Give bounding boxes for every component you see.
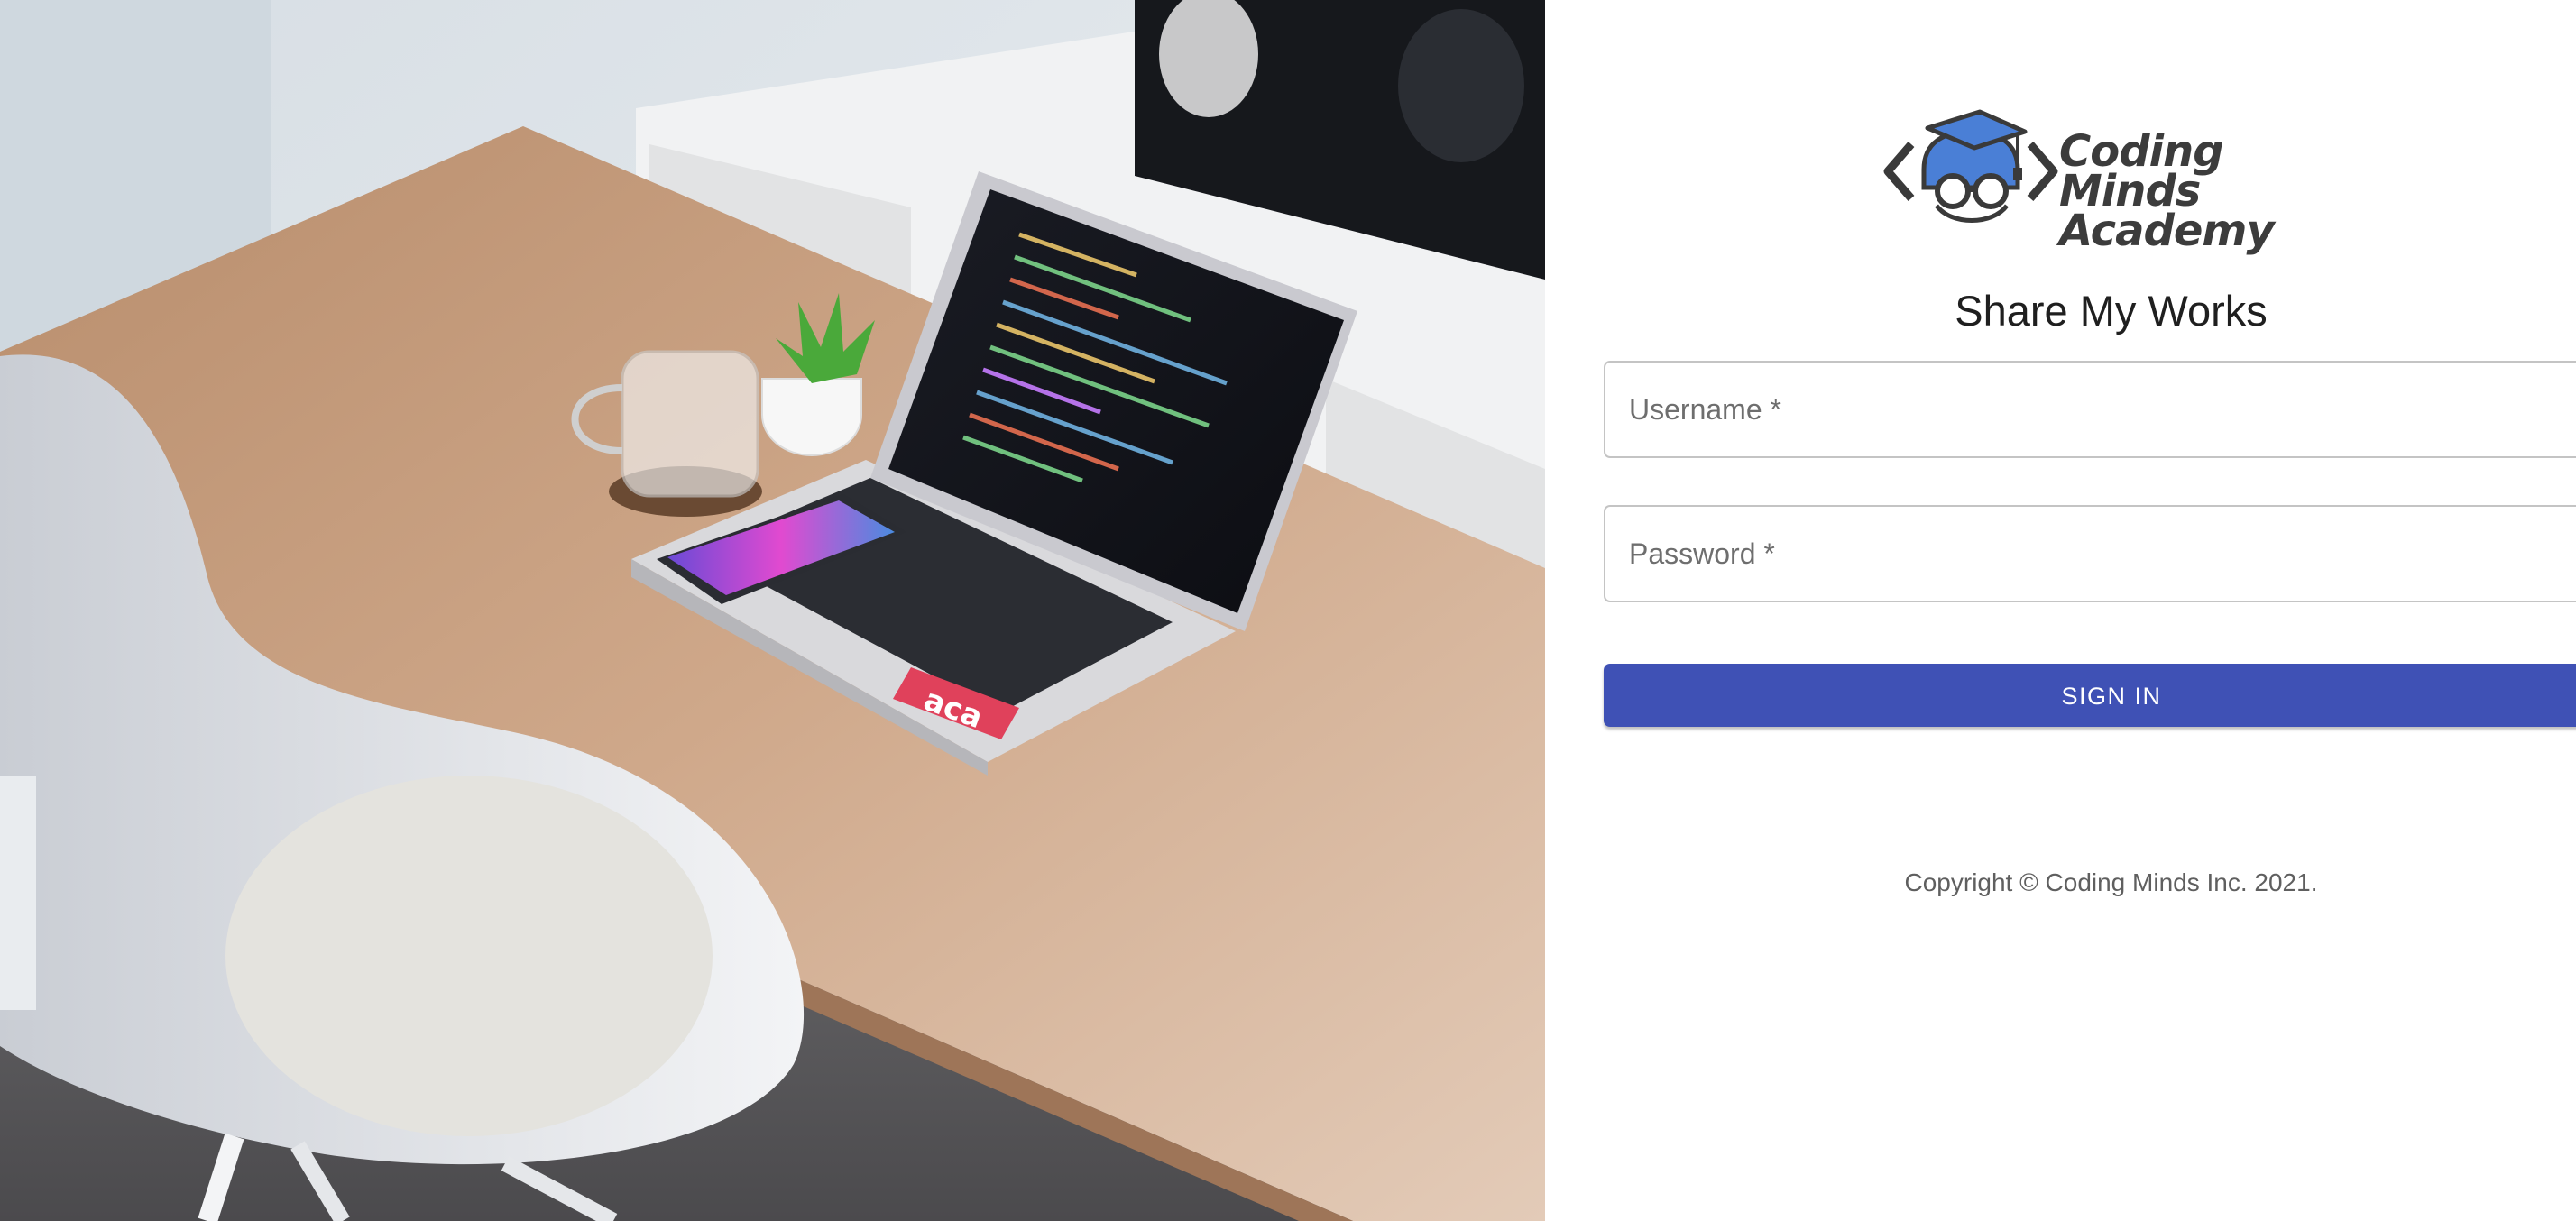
graduate-with-glasses-icon [1883, 109, 2058, 223]
brand-line-1: Coding Minds [2059, 126, 2224, 216]
brand-logo: Coding Minds Academy [1881, 106, 2350, 252]
username-field[interactable]: Username * [1604, 361, 2576, 458]
page-title: Share My Works [1955, 287, 2268, 335]
hero-image: aca [0, 0, 1545, 1221]
password-field[interactable]: Password * [1604, 505, 2576, 602]
brand-line-2: Academy [2059, 206, 2275, 256]
username-input[interactable] [1605, 363, 2576, 456]
sign-in-label: SIGN IN [2061, 683, 2162, 710]
password-input[interactable] [1605, 507, 2576, 601]
brand-wordmark: Coding Minds Academy [2059, 126, 2350, 256]
sign-in-button[interactable]: SIGN IN [1604, 664, 2576, 727]
signin-panel: Coding Minds Academy Share My Works User… [1545, 0, 2576, 1221]
copyright-text: Copyright © Coding Minds Inc. 2021. [1904, 868, 2318, 896]
